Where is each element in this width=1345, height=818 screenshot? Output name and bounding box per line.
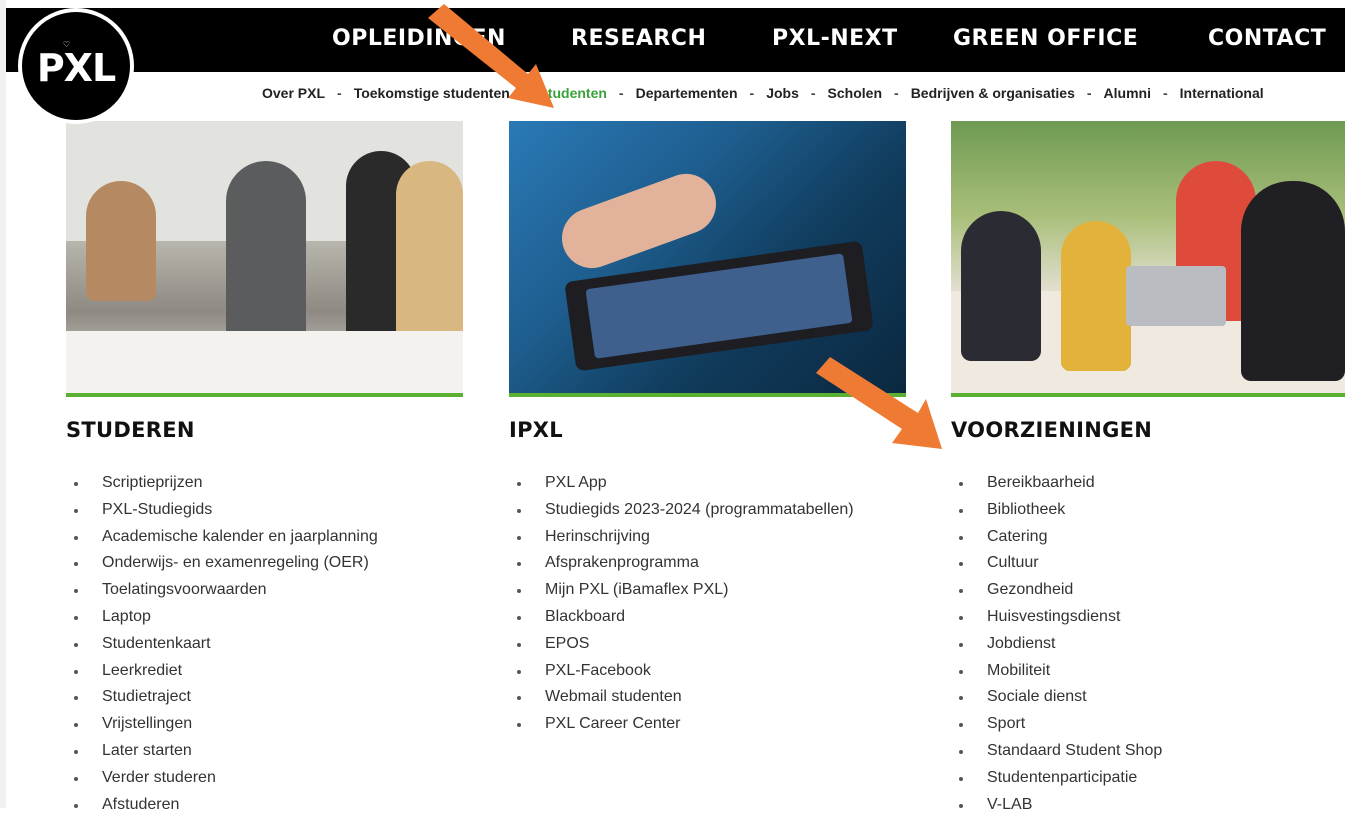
arrow-annotation-icon xyxy=(428,4,554,108)
sub-navigation: Over PXL-Toekomstige studenten-Studenten… xyxy=(262,85,1264,103)
list-item[interactable]: Herinschrijving xyxy=(509,524,854,551)
voorzieningen-photo[interactable] xyxy=(951,121,1345,397)
list-item[interactable]: PXL Career Center xyxy=(509,711,854,738)
voorzieningen-heading[interactable]: VOORZIENINGEN xyxy=(951,418,1162,448)
studeren-column: STUDEREN Scriptieprijzen PXL-Studiegids … xyxy=(66,418,378,818)
list-item[interactable]: Gezondheid xyxy=(951,577,1162,604)
list-item[interactable]: Sociale dienst xyxy=(951,684,1162,711)
list-item[interactable]: Sport xyxy=(951,711,1162,738)
separator: - xyxy=(810,85,816,101)
list-item[interactable]: PXL-Studiegids xyxy=(66,497,378,524)
nav-contact[interactable]: CONTACT xyxy=(1208,26,1326,51)
separator: - xyxy=(1162,85,1168,101)
list-item[interactable]: Catering xyxy=(951,524,1162,551)
main-nav: OPLEIDINGEN RESEARCH PXL-NEXT GREEN OFFI… xyxy=(6,8,1345,72)
logo-text: PXL xyxy=(36,46,116,90)
list-item[interactable]: Mijn PXL (iBamaflex PXL) xyxy=(509,577,854,604)
nav-pxl-next[interactable]: PXL-NEXT xyxy=(772,26,898,51)
list-item[interactable]: Blackboard xyxy=(509,604,854,631)
voorzieningen-list: Bereikbaarheid Bibliotheek Catering Cult… xyxy=(951,470,1162,818)
subnav-bedrijven-organisaties[interactable]: Bedrijven & organisaties xyxy=(911,85,1075,101)
separator: - xyxy=(618,85,624,101)
separator: - xyxy=(1086,85,1092,101)
subnav-over-pxl[interactable]: Over PXL xyxy=(262,85,325,101)
list-item[interactable]: Bereikbaarheid xyxy=(951,470,1162,497)
studeren-photo[interactable] xyxy=(66,121,463,397)
subnav-scholen[interactable]: Scholen xyxy=(828,85,882,101)
list-item[interactable]: Studentenparticipatie xyxy=(951,765,1162,792)
main-navigation-bar: OPLEIDINGEN RESEARCH PXL-NEXT GREEN OFFI… xyxy=(6,8,1345,72)
ipxl-list: PXL App Studiegids 2023-2024 (programmat… xyxy=(509,470,854,738)
list-item[interactable]: PXL-Facebook xyxy=(509,658,854,685)
list-item[interactable]: Afsprakenprogramma xyxy=(509,550,854,577)
list-item[interactable]: Onderwijs- en examenregeling (OER) xyxy=(66,550,378,577)
pxl-logo[interactable]: ♡ PXL xyxy=(18,8,134,124)
studeren-heading[interactable]: STUDEREN xyxy=(66,418,378,448)
separator: - xyxy=(749,85,755,101)
arrow-annotation-icon xyxy=(816,357,942,449)
list-item[interactable]: Studiegids 2023-2024 (programmatabellen) xyxy=(509,497,854,524)
list-item[interactable]: Cultuur xyxy=(951,550,1162,577)
separator: - xyxy=(894,85,899,101)
list-item[interactable]: Verder studeren xyxy=(66,765,378,792)
list-item[interactable]: Jobdienst xyxy=(951,631,1162,658)
list-item[interactable]: EPOS xyxy=(509,631,854,658)
ipxl-heading[interactable]: IPXL xyxy=(509,418,854,448)
nav-research[interactable]: RESEARCH xyxy=(571,26,706,51)
list-item[interactable]: Laptop xyxy=(66,604,378,631)
list-item[interactable]: Huisvestingsdienst xyxy=(951,604,1162,631)
subnav-jobs[interactable]: Jobs xyxy=(766,85,799,101)
list-item[interactable]: Bibliotheek xyxy=(951,497,1162,524)
list-item[interactable]: Toelatingsvoorwaarden xyxy=(66,577,378,604)
list-item[interactable]: Scriptieprijzen xyxy=(66,470,378,497)
list-item[interactable]: Later starten xyxy=(66,738,378,765)
list-item[interactable]: Vrijstellingen xyxy=(66,711,378,738)
subnav-alumni[interactable]: Alumni xyxy=(1104,85,1151,101)
subnav-international[interactable]: International xyxy=(1180,85,1264,101)
list-item[interactable]: Studietraject xyxy=(66,684,378,711)
list-item[interactable]: Academische kalender en jaarplanning xyxy=(66,524,378,551)
list-item[interactable]: Afstuderen xyxy=(66,792,378,818)
list-item[interactable]: Standaard Student Shop xyxy=(951,738,1162,765)
list-item[interactable]: Webmail studenten xyxy=(509,684,854,711)
separator: - xyxy=(337,85,342,101)
list-item[interactable]: Mobiliteit xyxy=(951,658,1162,685)
voorzieningen-column: VOORZIENINGEN Bereikbaarheid Bibliotheek… xyxy=(951,418,1162,818)
page-edge xyxy=(0,0,6,808)
list-item[interactable]: V-LAB xyxy=(951,792,1162,818)
list-item[interactable]: Studentenkaart xyxy=(66,631,378,658)
list-item[interactable]: Leerkrediet xyxy=(66,658,378,685)
nav-green-office[interactable]: GREEN OFFICE xyxy=(953,26,1138,51)
subnav-departementen[interactable]: Departementen xyxy=(636,85,738,101)
ipxl-column: IPXL PXL App Studiegids 2023-2024 (progr… xyxy=(509,418,854,738)
list-item[interactable]: PXL App xyxy=(509,470,854,497)
studeren-list: Scriptieprijzen PXL-Studiegids Academisc… xyxy=(66,470,378,818)
